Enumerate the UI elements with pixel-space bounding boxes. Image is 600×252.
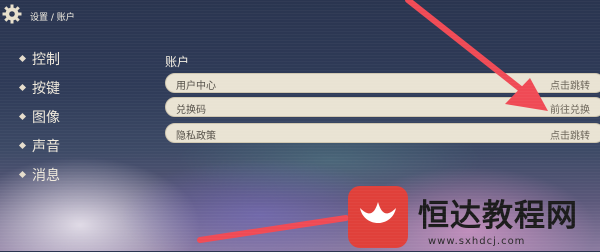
annotation-arrow-icon	[405, 0, 548, 111]
lower-arrow-shaft	[197, 215, 349, 243]
watermark-logo-icon	[348, 186, 408, 248]
watermark-url: www.sxhdcj.com	[428, 236, 526, 247]
watermark-brand: 恒达教程网	[418, 198, 578, 234]
